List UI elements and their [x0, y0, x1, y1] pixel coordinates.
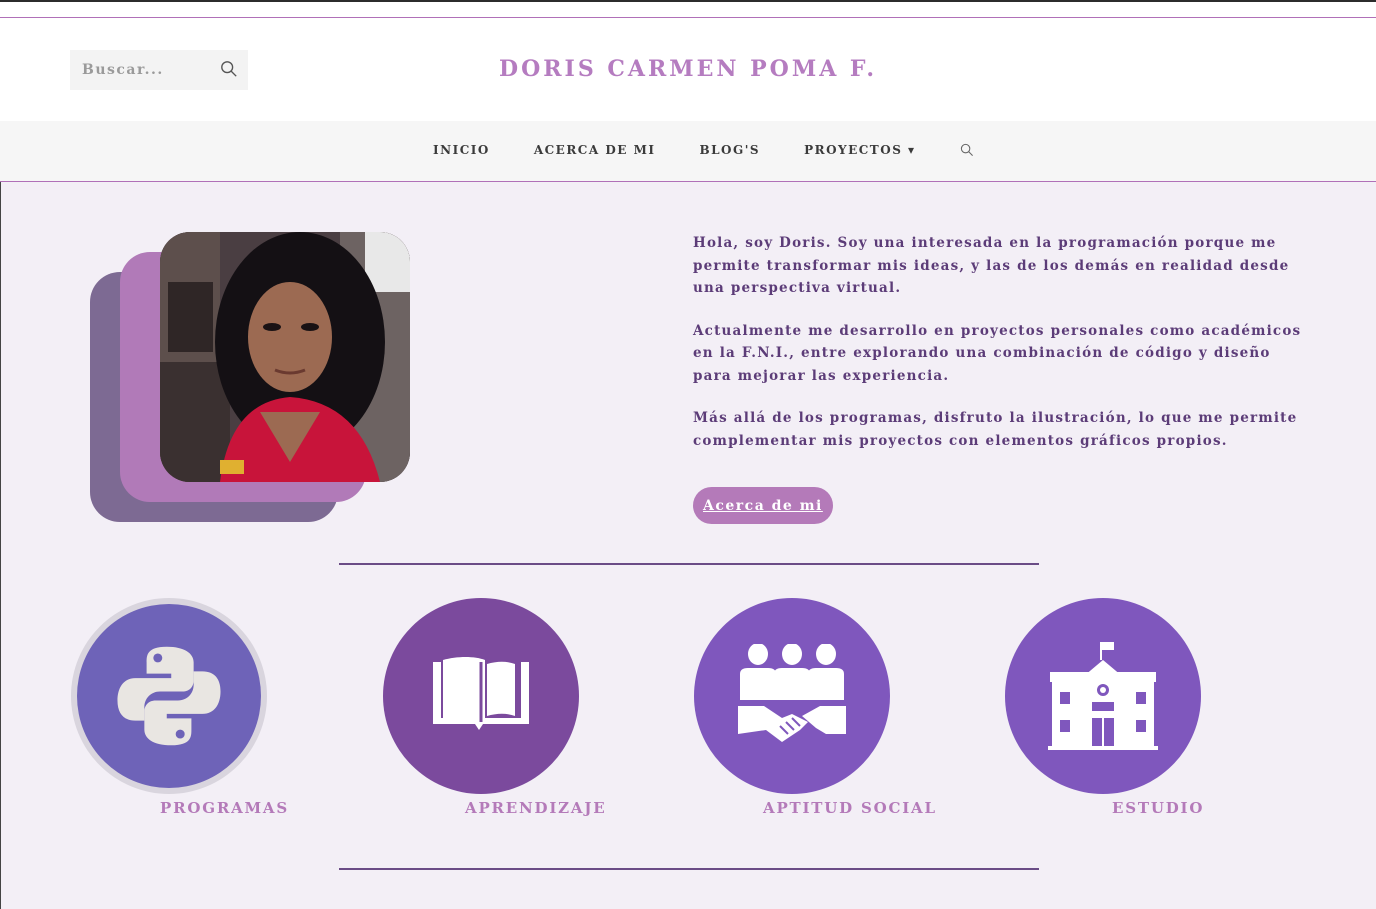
- section-divider-bottom: [339, 868, 1039, 870]
- profile-photo-stack: [90, 232, 420, 532]
- school-building-icon: [1048, 642, 1158, 750]
- nav-search-icon[interactable]: [960, 143, 974, 157]
- intro-paragraph-1: Hola, soy Doris. Soy una interesada en l…: [693, 235, 1290, 296]
- nav-item-acerca-de-mi[interactable]: ACERCA DE MI: [534, 143, 656, 157]
- feature-programas[interactable]: [71, 598, 271, 798]
- intro-text: Hola, soy Doris. Soy una interesada en l…: [693, 232, 1313, 472]
- nav-item-inicio[interactable]: INICIO: [433, 143, 490, 157]
- feature-estudio[interactable]: [1005, 598, 1205, 798]
- site-title[interactable]: DORIS CARMEN POMA F.: [0, 56, 1376, 82]
- site-header: DORIS CARMEN POMA F.: [0, 18, 1376, 121]
- nav-item-proyectos[interactable]: PROYECTOS ▾: [804, 143, 915, 157]
- feature-aptitud-social[interactable]: [694, 598, 894, 798]
- feature-label-aprendizaje[interactable]: APRENDIZAJE: [465, 799, 606, 817]
- main-content: Hola, soy Doris. Soy una interesada en l…: [1, 182, 1376, 909]
- nav-item-blogs[interactable]: BLOG'S: [699, 143, 760, 157]
- profile-photo: [160, 232, 410, 482]
- python-icon: [117, 646, 221, 746]
- aprendizaje-circle: [383, 598, 579, 794]
- intro-paragraph-2: Actualmente me desarrollo en proyectos p…: [693, 322, 1302, 384]
- acerca-de-mi-button[interactable]: Acerca de mi: [693, 487, 833, 524]
- main-navigation: INICIO ACERCA DE MI BLOG'S PROYECTOS ▾: [0, 121, 1376, 182]
- feature-label-programas[interactable]: PROGRAMAS: [160, 799, 289, 817]
- estudio-circle: [1005, 598, 1201, 794]
- feature-label-estudio[interactable]: ESTUDIO: [1112, 799, 1204, 817]
- intro-paragraph-3: Más allá de los programas, disfruto la i…: [693, 410, 1298, 449]
- teamwork-handshake-icon: [738, 644, 846, 742]
- aptitud-social-circle: [694, 598, 890, 794]
- feature-label-aptitud-social[interactable]: APTITUD SOCIAL: [763, 799, 937, 817]
- programas-circle: [71, 598, 267, 794]
- section-divider-top: [339, 563, 1039, 565]
- top-border-bar: [0, 0, 1376, 18]
- book-icon: [433, 657, 529, 730]
- feature-aprendizaje[interactable]: [383, 598, 583, 798]
